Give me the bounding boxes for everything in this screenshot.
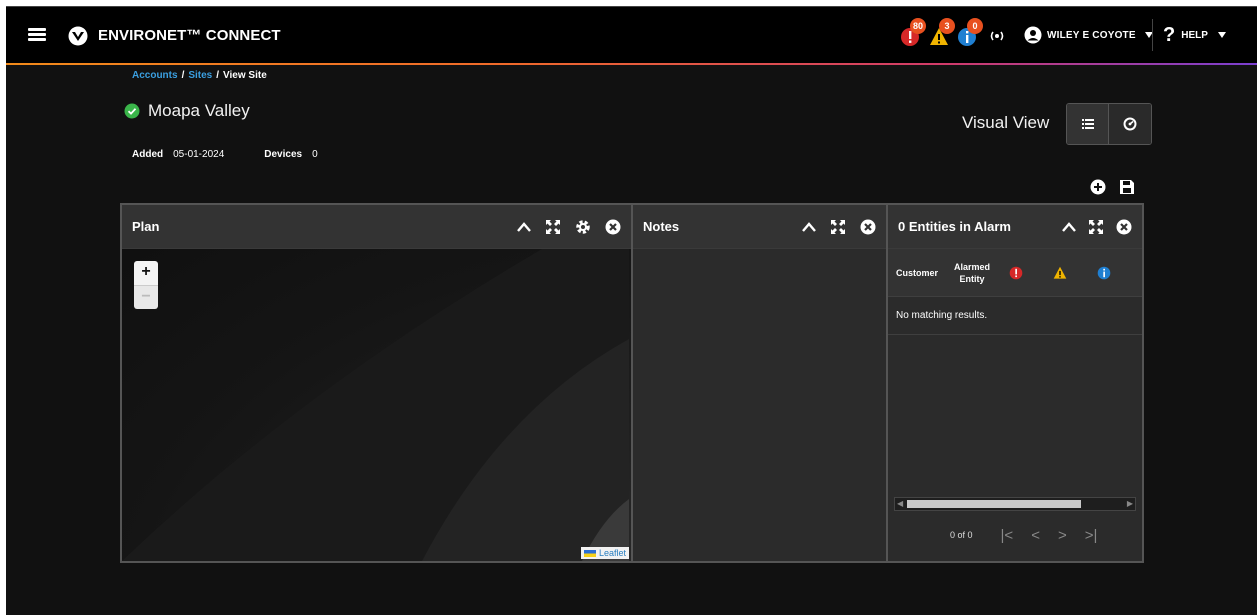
expand-icon[interactable] — [1088, 219, 1104, 235]
empty-results-message: No matching results. — [888, 297, 1142, 335]
brand-logo-icon — [68, 26, 88, 46]
signal-icon[interactable] — [989, 29, 1005, 43]
page-count: 0 of 0 — [950, 530, 973, 540]
zoom-control: + − — [134, 261, 158, 309]
column-customer[interactable]: Customer — [896, 268, 950, 278]
column-alarmed-entity-line2: Entity — [959, 273, 985, 284]
user-menu[interactable]: WILEY E COYOTE — [1024, 26, 1153, 44]
alarm-critical-icon — [1009, 266, 1023, 279]
column-alarmed-entity[interactable]: Alarmed Entity — [950, 261, 994, 285]
panels-container: Plan + − Leaflet Notes 0 Entities in Ala… — [120, 203, 1144, 563]
save-icon[interactable] — [1119, 179, 1135, 195]
menu-icon[interactable] — [28, 28, 46, 42]
app-title: ENVIRONET™ CONNECT — [98, 27, 281, 44]
column-warning[interactable] — [1038, 266, 1082, 280]
chevron-down-icon — [1217, 32, 1226, 38]
chevron-up-icon[interactable] — [517, 221, 531, 232]
zoom-out-button[interactable]: − — [134, 285, 158, 309]
list-icon — [1081, 119, 1094, 129]
last-page-button[interactable]: >| — [1085, 527, 1098, 544]
list-view-button[interactable] — [1067, 104, 1109, 144]
scroll-left-icon[interactable]: ◀ — [897, 499, 903, 508]
add-icon[interactable] — [1090, 179, 1106, 195]
help-icon: ? — [1163, 24, 1176, 46]
added-label: Added — [132, 149, 164, 160]
pagination: 0 of 0 |< < > >| — [888, 517, 1142, 553]
alarms-panel-title: 0 Entities in Alarm — [898, 219, 1011, 234]
view-mode-label: Visual View — [962, 113, 1050, 132]
notes-panel-title: Notes — [643, 219, 680, 234]
user-name: WILEY E COYOTE — [1047, 29, 1136, 41]
info-count-badge: 0 — [967, 18, 983, 34]
next-page-button[interactable]: > — [1058, 527, 1067, 544]
plan-panel-title: Plan — [132, 219, 160, 234]
view-toggle — [1066, 103, 1152, 145]
chevron-up-icon[interactable] — [1062, 221, 1076, 232]
column-critical[interactable] — [994, 266, 1038, 280]
warning-count-badge: 3 — [939, 18, 955, 34]
expand-icon[interactable] — [545, 219, 561, 235]
site-header: Moapa Valley — [124, 101, 250, 121]
scrollbar-thumb[interactable] — [907, 500, 1081, 508]
close-icon[interactable] — [605, 219, 621, 235]
alarms-table-header: Customer Alarmed Entity — [888, 249, 1142, 297]
info-alarms-button[interactable]: 0 — [957, 18, 983, 49]
status-ok-icon — [124, 103, 140, 119]
devices-value: 0 — [312, 149, 318, 160]
breadcrumb: Accounts / Sites / View Site — [132, 70, 267, 81]
gear-icon[interactable] — [575, 219, 591, 235]
breadcrumb-separator: / — [181, 70, 185, 81]
zoom-in-button[interactable]: + — [134, 261, 158, 285]
notes-panel: Notes — [633, 205, 888, 561]
column-alarmed-entity-line1: Alarmed — [953, 261, 990, 272]
map-background — [122, 249, 629, 561]
breadcrumb-current: View Site — [223, 70, 267, 81]
breadcrumb-accounts[interactable]: Accounts — [132, 70, 178, 81]
chevron-up-icon[interactable] — [802, 221, 816, 232]
alarms-panel: 0 Entities in Alarm Customer Alarmed Ent… — [888, 205, 1142, 561]
ukraine-flag-icon — [583, 549, 596, 557]
prev-page-button[interactable]: < — [1031, 527, 1040, 544]
added-value: 05-01-2024 — [173, 149, 225, 160]
close-icon[interactable] — [1116, 219, 1132, 235]
plan-panel: Plan + − Leaflet — [122, 205, 633, 561]
breadcrumb-sites[interactable]: Sites — [188, 70, 212, 81]
column-info[interactable] — [1082, 266, 1126, 280]
top-navigation-bar: ENVIRONET™ CONNECT 80 3 0 WILEY E COYOTE… — [6, 7, 1257, 63]
close-icon[interactable] — [860, 219, 876, 235]
app-window: ENVIRONET™ CONNECT 80 3 0 WILEY E COYOTE… — [6, 6, 1257, 615]
help-menu[interactable]: ? HELP — [1163, 24, 1226, 46]
accent-divider — [6, 63, 1257, 65]
alarms-panel-header: 0 Entities in Alarm — [888, 205, 1142, 249]
notes-panel-header: Notes — [633, 205, 886, 249]
help-label: HELP — [1181, 29, 1208, 41]
site-meta: Added 05-01-2024 Devices 0 — [132, 149, 318, 160]
page-title: Moapa Valley — [148, 101, 250, 120]
divider — [1152, 19, 1153, 51]
critical-count-badge: 80 — [910, 18, 927, 34]
scroll-right-icon[interactable]: ▶ — [1127, 499, 1133, 508]
first-page-button[interactable]: |< — [1001, 527, 1014, 544]
map-attribution[interactable]: Leaflet — [580, 547, 629, 559]
horizontal-scrollbar[interactable]: ◀ ▶ — [894, 497, 1136, 511]
warning-icon — [1053, 266, 1067, 279]
info-icon — [1097, 266, 1111, 279]
user-icon — [1024, 26, 1042, 44]
map-canvas[interactable]: + − Leaflet — [122, 249, 631, 561]
devices-label: Devices — [264, 149, 303, 160]
expand-icon[interactable] — [830, 219, 846, 235]
dashboard-icon — [1123, 117, 1137, 131]
dashboard-view-button[interactable] — [1109, 104, 1151, 144]
critical-alarms-button[interactable]: 80 — [900, 18, 927, 49]
leaflet-link[interactable]: Leaflet — [599, 548, 626, 558]
breadcrumb-separator: / — [216, 70, 220, 81]
plan-panel-header: Plan — [122, 205, 631, 249]
warning-alarms-button[interactable]: 3 — [929, 18, 955, 49]
